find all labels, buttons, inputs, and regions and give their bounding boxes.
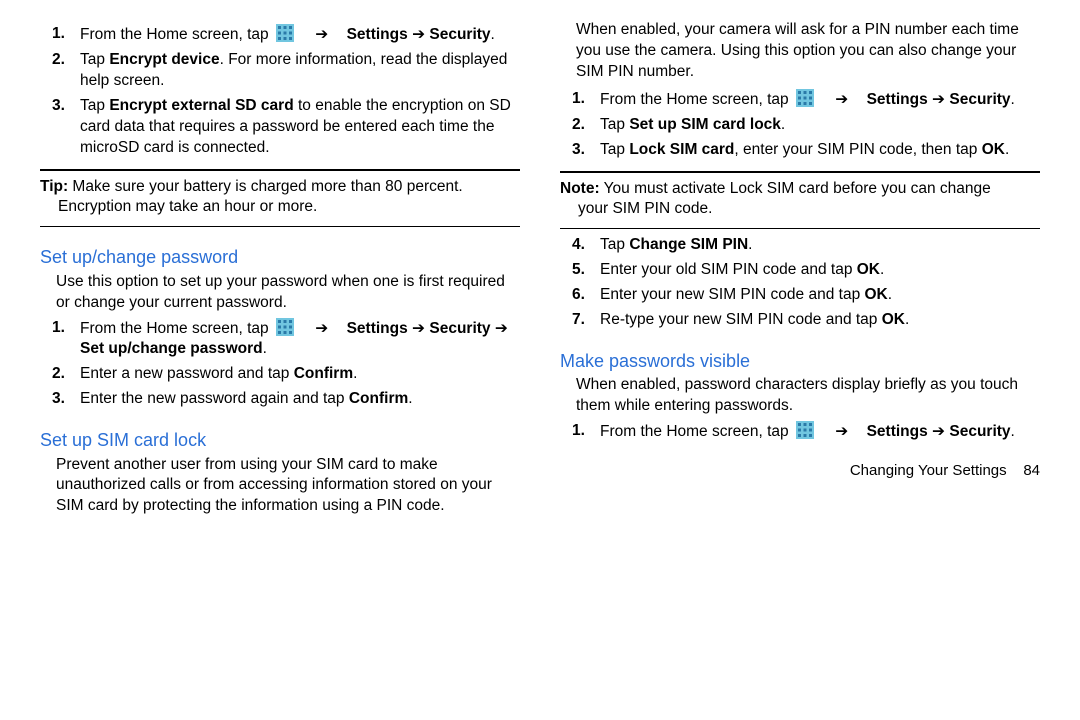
sim-step-2: Tap Set up SIM card lock. xyxy=(600,115,1040,136)
heading-visible-passwords: Make passwords visible xyxy=(560,349,1040,373)
encrypt-step-3: Tap Encrypt external SD card to enable t… xyxy=(80,96,520,159)
divider xyxy=(560,171,1040,173)
right-column: When enabled, your camera will ask for a… xyxy=(560,20,1040,521)
password-step-2: Enter a new password and tap Confirm. xyxy=(80,364,520,385)
heading-sim-lock: Set up SIM card lock xyxy=(40,428,520,452)
sim-step-1: From the Home screen, tap ➔ Settings ➔ S… xyxy=(600,89,1040,111)
page-number: 84 xyxy=(1023,462,1040,479)
heading-setup-password: Set up/change password xyxy=(40,245,520,269)
sim-step-4: Tap Change SIM PIN. xyxy=(600,235,1040,256)
sim-note: Note: You must activate Lock SIM card be… xyxy=(560,179,1040,221)
sim-lock-intro: Prevent another user from using your SIM… xyxy=(56,455,520,518)
sim-step-6: Enter your new SIM PIN code and tap OK. xyxy=(600,285,1040,306)
sim-step-5: Enter your old SIM PIN code and tap OK. xyxy=(600,260,1040,281)
left-column: From the Home screen, tap ➔ Settings ➔ ➔… xyxy=(40,20,520,521)
apps-icon xyxy=(276,318,294,336)
divider xyxy=(40,169,520,171)
visible-step-1: From the Home screen, tap ➔ Settings ➔ S… xyxy=(600,421,1040,443)
page-footer: Changing Your Settings 84 xyxy=(560,461,1040,481)
apps-icon xyxy=(796,89,814,107)
sim-step-7: Re-type your new SIM PIN code and tap OK… xyxy=(600,310,1040,331)
encrypt-step-1: From the Home screen, tap ➔ Settings ➔ ➔… xyxy=(80,24,520,46)
divider xyxy=(560,228,1040,229)
password-step-1: From the Home screen, tap ➔ Settings ➔ S… xyxy=(80,318,520,361)
sim-lock-cont: When enabled, your camera will ask for a… xyxy=(576,20,1040,83)
footer-label: Changing Your Settings xyxy=(850,462,1007,479)
password-intro: Use this option to set up your password … xyxy=(56,272,520,314)
apps-icon xyxy=(796,421,814,439)
tip-note: Tip: Make sure your battery is charged m… xyxy=(40,177,520,219)
apps-icon xyxy=(276,24,294,42)
divider xyxy=(40,226,520,227)
visible-intro: When enabled, password characters displa… xyxy=(576,375,1040,417)
password-step-3: Enter the new password again and tap Con… xyxy=(80,389,520,410)
encrypt-step-2: Tap Encrypt device. For more information… xyxy=(80,50,520,92)
sim-step-3: Tap Lock SIM card, enter your SIM PIN co… xyxy=(600,140,1040,161)
